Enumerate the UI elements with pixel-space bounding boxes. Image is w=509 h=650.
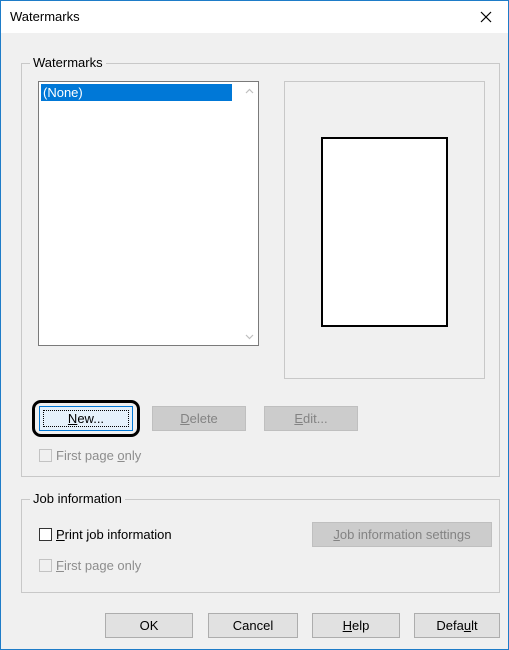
list-item-none[interactable]: (None) [41,84,232,101]
list-scrollbar[interactable] [241,82,258,345]
new-button[interactable]: New... [39,406,133,431]
checkbox-label: First page only [56,558,142,573]
chevron-up-icon [245,88,254,93]
default-button[interactable]: Defa u lt [414,613,500,638]
first-page-only-checkbox[interactable]: First page only [39,448,141,463]
cancel-button[interactable]: Cancel [208,613,298,638]
checkbox-box[interactable] [39,449,52,462]
delete-button[interactable]: Delete [152,406,246,431]
watermark-preview [284,81,485,379]
job-first-page-only-checkbox[interactable]: First page only [39,558,141,573]
checkbox-label: Print job information [56,527,172,542]
focus-rect [43,410,129,427]
edit-button[interactable]: Edit... [264,406,358,431]
watermarks-group-label: Watermarks [30,55,106,70]
watermark-list[interactable]: (None) [38,81,259,346]
job-information-settings-button[interactable]: Job information settings [312,522,492,547]
scroll-down-button[interactable] [241,328,258,345]
window-title: Watermarks [10,9,80,24]
ok-button[interactable]: OK [105,613,193,638]
print-job-information-checkbox[interactable]: Print job information [39,527,172,542]
help-button[interactable]: Help [312,613,400,638]
list-item-label: (None) [43,85,83,100]
watermarks-dialog: Watermarks Watermarks (None) N ew... D e… [0,0,509,650]
checkbox-box[interactable] [39,559,52,572]
job-information-group-label: Job information [30,491,125,506]
checkbox-label: First page only [56,448,142,463]
checkbox-box[interactable] [39,528,52,541]
chevron-down-icon [245,334,254,339]
title-bar: Watermarks [1,1,508,33]
close-icon [480,11,492,23]
page-preview [321,137,448,327]
close-button[interactable] [464,1,508,33]
scroll-up-button[interactable] [241,82,258,99]
